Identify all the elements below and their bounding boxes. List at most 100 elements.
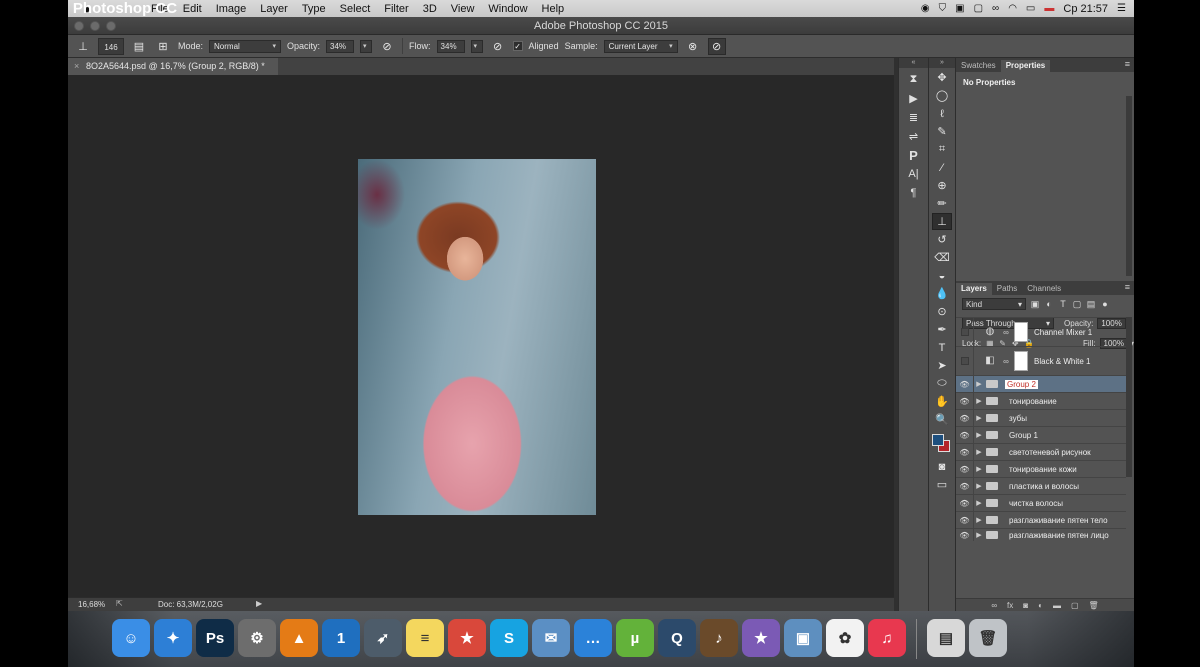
layers-scrollbar[interactable] (1126, 317, 1132, 477)
expand-group-icon[interactable]: ▶ (974, 516, 984, 524)
layer-name[interactable]: разглаживание пятен лицо (1009, 531, 1109, 540)
hand-tool-icon[interactable]: ✋ (932, 393, 952, 410)
menu-window[interactable]: Window (481, 3, 534, 15)
status-menu-arrow-icon[interactable]: ▶ (256, 599, 262, 608)
dock-app-wunderlist-icon[interactable]: ★ (448, 619, 486, 657)
flow-input[interactable]: 34% (436, 39, 465, 53)
collapse-panels-icon[interactable]: « (899, 58, 928, 68)
document-tab[interactable]: × 8O2A5644.psd @ 16,7% (Group 2, RGB/8) … (68, 58, 278, 75)
tab-layers[interactable]: Layers (956, 283, 992, 295)
airbrush-icon[interactable]: ⊘ (489, 38, 507, 55)
layer-name[interactable]: Group 1 (1009, 431, 1038, 440)
eyedropper-tool-icon[interactable]: ⁄ (932, 159, 952, 176)
menu-view[interactable]: View (444, 3, 482, 15)
healing-brush-tool-icon[interactable]: ⊕ (932, 177, 952, 194)
layer-row[interactable]: 👁 ▶ Group 1 (956, 426, 1126, 443)
layer-name[interactable]: Channel Mixer 1 (1034, 328, 1092, 337)
layer-name[interactable]: тонирование кожи (1009, 465, 1077, 474)
type-tool-icon[interactable]: T (932, 339, 952, 356)
opacity-input[interactable]: 34% (326, 39, 355, 53)
paint-bucket-tool-icon[interactable]: ◒ (932, 267, 952, 284)
shield-icon[interactable]: ⛉ (939, 3, 947, 14)
pressure-opacity-icon[interactable]: ⊘ (378, 38, 396, 55)
pen-tool-icon[interactable]: ✒ (932, 321, 952, 338)
delete-layer-icon[interactable]: 🗑 (1089, 601, 1099, 610)
flag-icon[interactable]: ▬ (1044, 3, 1054, 14)
quick-selection-tool-icon[interactable]: ✎ (932, 123, 952, 140)
link-icon[interactable]: ∞ (1002, 357, 1010, 366)
dropbox-icon[interactable]: ▣ (955, 3, 964, 14)
actions-icon[interactable]: ▶ (903, 90, 925, 106)
menu-layer[interactable]: Layer (253, 3, 295, 15)
layer-row[interactable]: 👁 ▶ тонирование (956, 392, 1126, 409)
layer-row-group-2[interactable]: 👁 ▶ Group 2 (956, 375, 1126, 392)
layer-name[interactable]: тонирование (1009, 397, 1057, 406)
display-icon[interactable]: ▢ (974, 3, 983, 14)
wifi-icon[interactable]: ◠ (1008, 3, 1017, 14)
layer-name-input[interactable]: Group 2 (1005, 379, 1038, 389)
visibility-toggle[interactable] (956, 318, 974, 346)
menu-type[interactable]: Type (295, 3, 333, 15)
eye-icon[interactable]: 👁 (956, 427, 974, 443)
panel-menu-icon[interactable]: ≡ (1125, 59, 1130, 69)
ignore-adjustment-layers-icon[interactable]: ⊗ (684, 38, 702, 55)
expand-group-icon[interactable]: ▶ (974, 448, 984, 456)
paragraph-icon[interactable]: ¶ (903, 185, 925, 201)
layer-name[interactable]: разглаживание пятен тело (1009, 516, 1108, 525)
eye-icon[interactable]: 👁 (956, 478, 974, 494)
color-swatches[interactable] (929, 432, 955, 456)
brush-presets-icon[interactable]: ≣ (903, 109, 925, 125)
layer-name[interactable]: Black & White 1 (1034, 357, 1090, 366)
dock-app-launchpad-icon[interactable]: ➶ (364, 619, 402, 657)
layer-name[interactable]: светотеневой рисунок (1009, 448, 1091, 457)
layer-name[interactable]: пластика и волосы (1009, 482, 1079, 491)
add-mask-icon[interactable]: ◙ (1023, 601, 1028, 610)
brush-tool-icon[interactable]: ✏ (932, 195, 952, 212)
type-filter-icon[interactable]: T (1058, 299, 1068, 309)
character-icon[interactable]: A| (903, 166, 925, 182)
mode-dropdown[interactable]: Normal ▾ (209, 39, 282, 53)
link-layers-icon[interactable]: ∞ (991, 601, 997, 610)
layer-row[interactable]: 👁 ▶ чистка волосы (956, 494, 1126, 511)
paragraph-styles-icon[interactable]: P (903, 147, 925, 163)
dock-app-iphoto-icon[interactable]: ▣ (784, 619, 822, 657)
blur-tool-icon[interactable]: 💧 (932, 285, 952, 302)
smart-object-filter-icon[interactable]: ▤ (1086, 299, 1096, 309)
eye-icon[interactable]: 👁 (956, 495, 974, 511)
expand-group-icon[interactable]: ▶ (974, 465, 984, 473)
lasso-tool-icon[interactable]: ℓ (932, 105, 952, 122)
pressure-size-icon[interactable]: ⊘ (707, 37, 726, 55)
menu-filter[interactable]: Filter (377, 3, 415, 15)
clone-stamp-tool-icon[interactable]: ⊥ (932, 213, 952, 230)
dock-app-preview-icon[interactable]: ✉ (532, 619, 570, 657)
layer-name[interactable]: зубы (1009, 414, 1027, 423)
layer-row[interactable]: 👁 ▶ зубы (956, 409, 1126, 426)
expand-group-icon[interactable]: ▶ (974, 380, 984, 388)
visibility-toggle[interactable] (956, 347, 974, 375)
battery-icon[interactable]: ▭ (1026, 3, 1035, 14)
expand-group-icon[interactable]: ▶ (974, 531, 984, 539)
expand-group-icon[interactable]: ▶ (974, 431, 984, 439)
dock-app-messages-icon[interactable]: … (574, 619, 612, 657)
menu-help[interactable]: Help (535, 3, 572, 15)
dock-app-screenshot-icon[interactable]: ▤ (927, 619, 965, 657)
aligned-checkbox[interactable]: ✓ (512, 41, 523, 51)
dock-app-system-preferences-icon[interactable]: ⚙ (238, 619, 276, 657)
new-group-icon[interactable]: ▬ (1053, 601, 1061, 610)
path-selection-tool-icon[interactable]: ➤ (932, 357, 952, 374)
marquee-tool-icon[interactable]: ◯ (932, 87, 952, 104)
eraser-tool-icon[interactable]: ⌫ (932, 249, 952, 266)
zoom-tool-icon[interactable]: 🔍 (932, 411, 952, 428)
properties-scrollbar[interactable] (1126, 96, 1132, 276)
dock-app-photos-icon[interactable]: ✿ (826, 619, 864, 657)
eye-icon[interactable]: 👁 (956, 410, 974, 426)
eye-icon[interactable]: 👁 (956, 444, 974, 460)
tab-paths[interactable]: Paths (992, 283, 1022, 295)
creative-cloud-icon[interactable]: ∞ (992, 3, 999, 14)
clone-source-icon[interactable]: ⊞ (154, 38, 172, 55)
canvas-area[interactable] (68, 75, 894, 597)
dock-app-utorrent-icon[interactable]: µ (616, 619, 654, 657)
dock-app-safari-icon[interactable]: ✦ (154, 619, 192, 657)
quick-mask-icon[interactable]: ◙ (932, 458, 952, 475)
dock-app-garageband-icon[interactable]: ♪ (700, 619, 738, 657)
